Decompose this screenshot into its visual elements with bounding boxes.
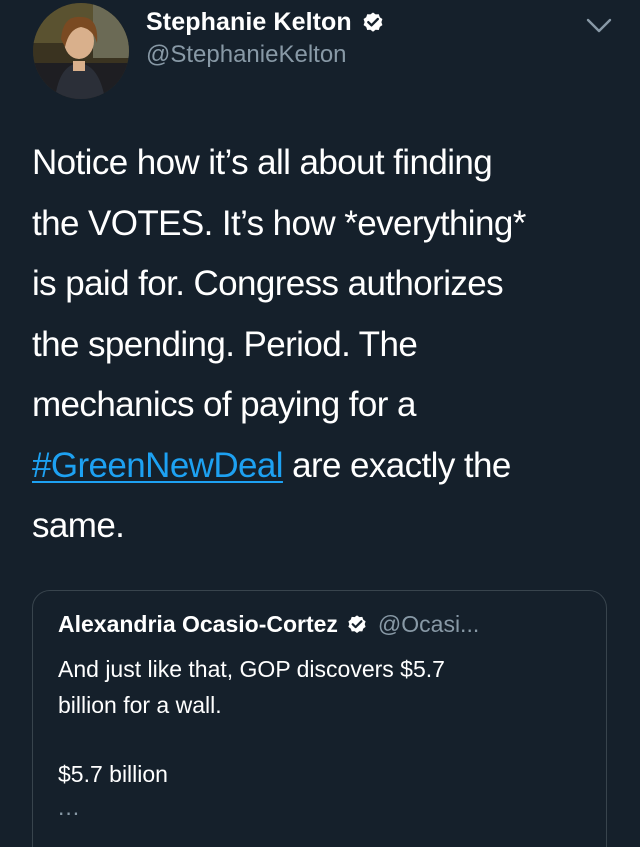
- quoted-text-line: billion for a wall.: [58, 692, 222, 718]
- quoted-tweet-text: And just like that, GOP discovers $5.7 b…: [58, 651, 588, 723]
- author-name[interactable]: Stephanie Kelton: [146, 8, 352, 37]
- tweet-text-line: the spending. Period. The: [32, 324, 418, 364]
- tweet-text-line: same.: [32, 506, 125, 545]
- quoted-tweet-extra-line: $5.7 billion: [58, 761, 168, 787]
- verified-badge-icon: [361, 11, 385, 35]
- author-avatar[interactable]: [33, 3, 129, 99]
- tweet-text-line-with-hashtag: #GreenNewDeal are exactly the: [32, 436, 602, 497]
- tweet-text-line: mechanics of paying for a: [32, 385, 416, 424]
- chevron-down-icon[interactable]: [586, 18, 612, 34]
- tweet-text-segment: are exactly the: [292, 445, 511, 485]
- verified-badge-icon: [346, 614, 368, 636]
- hashtag-link[interactable]: #GreenNewDeal: [32, 446, 284, 485]
- tweet-text-line: Notice how it’s all about finding: [32, 143, 493, 182]
- tweet-header: Stephanie Kelton @StephanieKelton: [0, 0, 640, 110]
- tweet-text-line: is paid for. Congress authorizes: [32, 264, 504, 303]
- avatar-photo-icon: [33, 3, 129, 99]
- tweet-text-line: the VOTES. It’s how *everything*: [32, 203, 526, 243]
- quoted-tweet-card[interactable]: Alexandria Ocasio-Cortez @Ocasi... And j…: [32, 590, 607, 847]
- tweet-text: Notice how it’s all about finding the VO…: [32, 133, 602, 557]
- author-name-row: Stephanie Kelton: [146, 8, 385, 37]
- quoted-author-name: Alexandria Ocasio-Cortez: [58, 611, 338, 637]
- quoted-tweet-ellipsis: ...: [58, 794, 81, 820]
- quoted-author-handle: @Ocasi...: [377, 611, 480, 637]
- quoted-text-line: And just like that, GOP discovers $5.7: [58, 656, 445, 682]
- quoted-tweet-header: Alexandria Ocasio-Cortez @Ocasi...: [58, 611, 479, 638]
- author-handle[interactable]: @StephanieKelton: [146, 41, 347, 69]
